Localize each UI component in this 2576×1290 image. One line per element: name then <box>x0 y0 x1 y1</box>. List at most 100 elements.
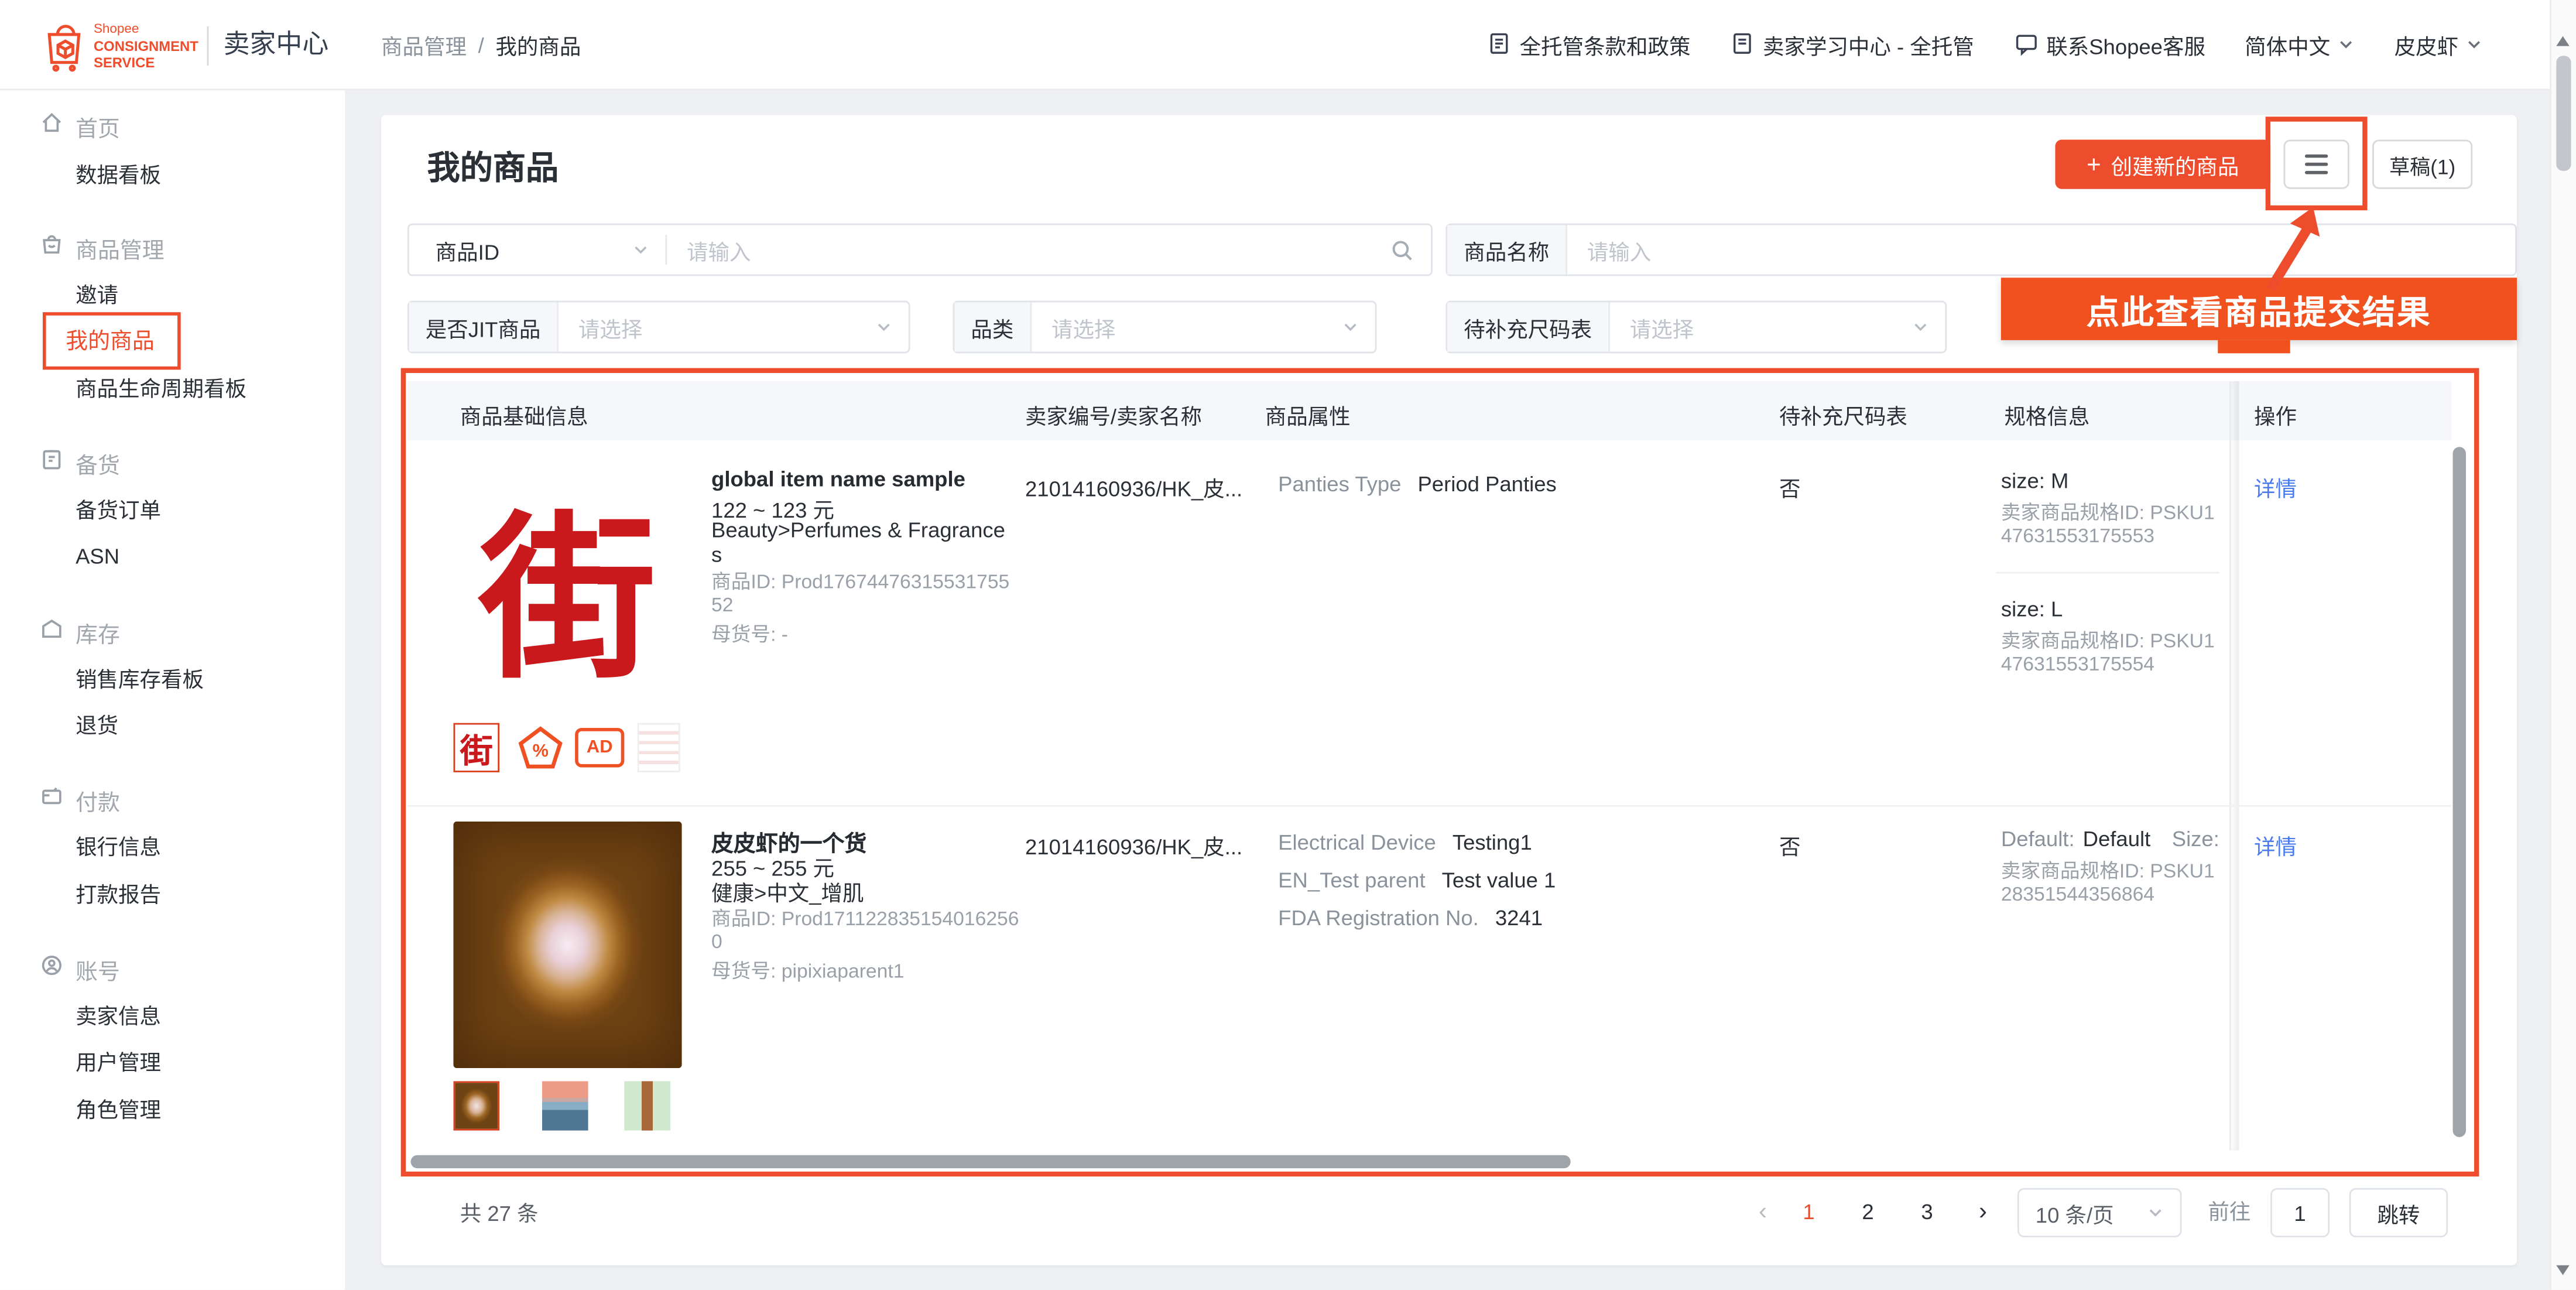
sidebar-section-label: 账号 <box>76 953 120 986</box>
policy-link[interactable]: 全托管条款和政策 <box>1487 30 1691 61</box>
prev-page-button[interactable]: ‹ <box>1741 1186 1784 1239</box>
sidebar-item-returns[interactable]: 退货 <box>76 708 118 744</box>
chevron-down-icon <box>2467 33 2483 57</box>
goto-label: 前往 <box>2208 1186 2250 1239</box>
sidebar-section-label: 备货 <box>76 447 120 480</box>
draft-button[interactable]: 草稿(1) <box>2372 140 2472 189</box>
username-label: 皮皮虾 <box>2395 30 2458 61</box>
window-scrollbar-thumb[interactable] <box>2556 56 2571 170</box>
chevron-down-icon <box>1912 302 1928 351</box>
scrollbar-down-arrow[interactable] <box>2556 1265 2569 1275</box>
window-scrollbar-track[interactable] <box>2550 0 2576 1290</box>
sidebar-item-lifecycle[interactable]: 商品生命周期看板 <box>76 371 246 408</box>
name-filter-input[interactable]: 请输入 <box>1567 225 2515 274</box>
search-icon[interactable] <box>1390 225 1414 274</box>
clipboard-icon <box>39 447 64 480</box>
logo-line3: SERVICE <box>94 54 198 71</box>
name-filter-group: 商品名称 请输入 <box>1445 224 2517 276</box>
category-filter-group: 品类 请选择 <box>953 301 1377 354</box>
breadcrumb-current: 我的商品 <box>495 30 581 61</box>
sidebar-item-sales-inventory[interactable]: 销售库存看板 <box>76 662 204 699</box>
document-icon <box>1487 30 1512 60</box>
sidebar-item-role-management[interactable]: 角色管理 <box>76 1093 161 1129</box>
search-filter-group: 商品ID 请输入 <box>407 224 1433 276</box>
header-actions: 全托管条款和政策 卖家学习中心 - 全托管 联系Shopee客服 简体中文 皮皮… <box>1487 0 2483 90</box>
sizechart-filter-label: 待补充尺码表 <box>1447 302 1610 351</box>
logo-line1: Shopee <box>94 21 198 37</box>
page-size-label: 10 条/页 <box>2036 1197 2114 1228</box>
search-field-label: 商品ID <box>436 234 499 265</box>
plus-icon: + <box>2087 152 2101 177</box>
sidebar-item-seller-info[interactable]: 卖家信息 <box>76 999 161 1035</box>
category-filter-label: 品类 <box>954 302 1032 351</box>
sidebar-item-payment-report[interactable]: 打款报告 <box>76 877 161 913</box>
annotation-box-table <box>401 368 2479 1177</box>
sidebar-section-inventory: 库存 <box>39 614 119 651</box>
page-size-select[interactable]: 10 条/页 <box>2017 1188 2182 1237</box>
sidebar-item-stock-orders[interactable]: 备货订单 <box>76 493 161 529</box>
contact-support-link[interactable]: 联系Shopee客服 <box>2013 30 2205 61</box>
category-filter-select[interactable]: 请选择 <box>1032 302 1342 351</box>
sidebar-item-dashboard[interactable]: 数据看板 <box>76 158 161 194</box>
search-field-selector[interactable]: 商品ID <box>409 225 666 274</box>
chevron-down-icon <box>876 302 892 351</box>
chevron-down-icon <box>2338 33 2355 57</box>
chevron-down-icon <box>632 241 649 258</box>
sizechart-filter-group: 待补充尺码表 请选择 <box>1445 301 1947 354</box>
create-product-button[interactable]: + 创建新的商品 <box>2055 140 2270 189</box>
create-product-label: 创建新的商品 <box>2111 149 2239 180</box>
jit-filter-label: 是否JIT商品 <box>409 302 559 351</box>
name-filter-label: 商品名称 <box>1447 225 1567 274</box>
sidebar-item-my-products[interactable]: 我的商品 <box>66 324 155 360</box>
language-label: 简体中文 <box>2245 30 2330 61</box>
sidebar-item-asn[interactable]: ASN <box>76 539 119 575</box>
portal-title: 卖家中心 <box>224 0 329 90</box>
sizechart-filter-select[interactable]: 请选择 <box>1610 302 1912 351</box>
document-icon <box>1730 30 1755 60</box>
chevron-down-icon <box>2147 1200 2164 1225</box>
chevron-down-icon <box>1342 302 1359 351</box>
chat-icon <box>2013 30 2038 60</box>
sidebar-section-payment: 付款 <box>39 782 119 819</box>
pagination-total: 共 27 条 <box>460 1196 539 1227</box>
learning-center-link[interactable]: 卖家学习中心 - 全托管 <box>1730 30 1974 61</box>
product-bag-icon <box>39 232 64 265</box>
home-icon <box>39 110 64 143</box>
user-menu[interactable]: 皮皮虾 <box>2395 30 2483 61</box>
sidebar-item-invite[interactable]: 邀请 <box>76 278 118 314</box>
person-icon <box>39 953 64 986</box>
learning-center-label: 卖家学习中心 - 全托管 <box>1763 30 1974 61</box>
sidebar-section-label: 库存 <box>76 616 120 649</box>
annotation-tab <box>2218 340 2290 353</box>
warehouse-icon <box>39 616 64 649</box>
sidebar-section-label: 付款 <box>76 784 120 817</box>
sidebar-item-user-management[interactable]: 用户管理 <box>76 1045 161 1082</box>
next-page-button[interactable]: › <box>1962 1186 2005 1239</box>
page-title: 我的商品 <box>427 141 559 189</box>
wallet-icon <box>39 784 64 817</box>
sidebar-section-home: 首页 <box>39 108 119 145</box>
shopee-logo-icon <box>44 20 87 81</box>
jump-button[interactable]: 跳转 <box>2349 1188 2448 1237</box>
jit-filter-group: 是否JIT商品 请选择 <box>407 301 910 354</box>
annotation-arrow <box>2244 207 2333 301</box>
policy-link-label: 全托管条款和政策 <box>1520 30 1691 61</box>
jit-filter-select[interactable]: 请选择 <box>559 302 875 351</box>
sidebar-item-bank-info[interactable]: 银行信息 <box>76 830 161 866</box>
page-number-3[interactable]: 3 <box>1906 1186 1948 1239</box>
sidebar-section-stocking: 备货 <box>39 445 119 481</box>
page-number-2[interactable]: 2 <box>1847 1186 1889 1239</box>
sidebar-section-products: 商品管理 <box>39 230 164 266</box>
search-input[interactable]: 请输入 <box>667 225 1390 274</box>
header-divider <box>207 26 209 66</box>
annotation-box-hamburger <box>2266 117 2368 210</box>
scrollbar-up-arrow[interactable] <box>2556 36 2569 46</box>
sidebar-section-label: 商品管理 <box>76 232 165 265</box>
language-selector[interactable]: 简体中文 <box>2245 30 2355 61</box>
sidebar-section-account: 账号 <box>39 952 119 988</box>
goto-page-input[interactable]: 1 <box>2270 1188 2330 1237</box>
page-number-1[interactable]: 1 <box>1787 1186 1830 1239</box>
app-window: Shopee CONSIGNMENT SERVICE 卖家中心 商品管理 / 我… <box>0 0 2576 1290</box>
logo-wordmark: Shopee CONSIGNMENT SERVICE <box>94 21 198 70</box>
breadcrumb-parent[interactable]: 商品管理 <box>381 30 467 61</box>
